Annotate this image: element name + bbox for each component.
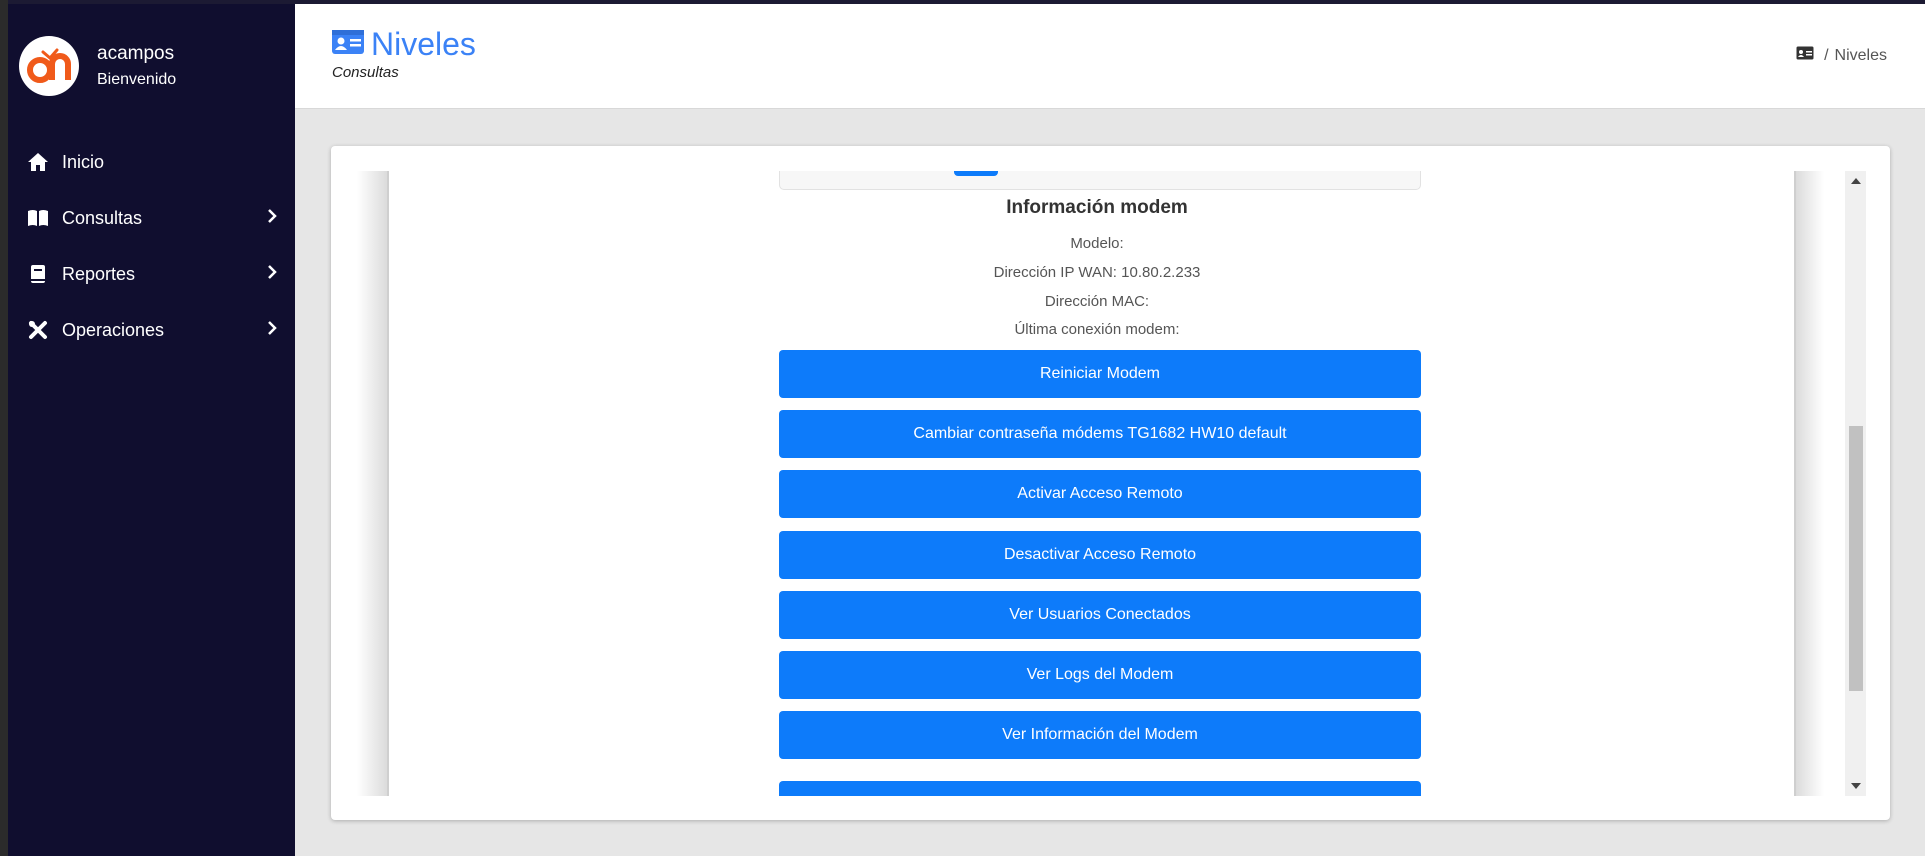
modem-wan-ip: Dirección IP WAN: 10.80.2.233 bbox=[993, 264, 1201, 281]
sidebar-item-reportes[interactable]: Reportes bbox=[8, 246, 295, 302]
vertical-scrollbar[interactable] bbox=[1845, 171, 1866, 796]
main-card: Información modem Modelo: Dirección IP W… bbox=[331, 146, 1890, 820]
sidebar-item-consultas[interactable]: Consultas bbox=[8, 190, 295, 246]
restart-modem-button[interactable]: Reiniciar Modem bbox=[779, 350, 1421, 398]
modem-model: Modelo: bbox=[1070, 235, 1124, 252]
avatar bbox=[19, 36, 79, 96]
modem-panel: Información modem Modelo: Dirección IP W… bbox=[357, 171, 1837, 796]
change-password-button[interactable]: Cambiar contraseña módems TG1682 HW10 de… bbox=[779, 410, 1421, 458]
embedded-frame: Información modem Modelo: Dirección IP W… bbox=[357, 171, 1866, 796]
sidebar-item-operaciones[interactable]: Operaciones bbox=[8, 302, 295, 358]
sidebar: acampos Bienvenido Inicio Consultas Repo… bbox=[8, 4, 295, 856]
view-modem-info-button[interactable]: Ver Información del Modem bbox=[779, 711, 1421, 759]
view-connected-users-button[interactable]: Ver Usuarios Conectados bbox=[779, 591, 1421, 639]
view-modem-logs-button[interactable]: Ver Logs del Modem bbox=[779, 651, 1421, 699]
brand-logo-icon bbox=[27, 48, 71, 83]
breadcrumb-current: Niveles bbox=[1834, 46, 1887, 64]
user-block: acampos Bienvenido bbox=[19, 36, 176, 96]
id-card-icon bbox=[331, 29, 365, 60]
next-action-button[interactable] bbox=[779, 781, 1421, 796]
tab-active-indicator[interactable] bbox=[954, 171, 998, 176]
modem-last-connection: Última conexión modem: bbox=[1014, 321, 1180, 338]
scroll-down-arrow-icon[interactable] bbox=[1845, 777, 1866, 795]
book-icon bbox=[26, 206, 50, 230]
notebook-icon bbox=[26, 262, 50, 286]
scroll-up-arrow-icon[interactable] bbox=[1845, 172, 1866, 190]
user-greeting: Bienvenido bbox=[97, 71, 177, 88]
chevron-right-icon bbox=[267, 208, 277, 229]
page-header: Niveles Consultas / Niveles bbox=[295, 4, 1925, 109]
breadcrumb-separator: / bbox=[1824, 46, 1829, 64]
tools-icon bbox=[26, 318, 50, 342]
chevron-right-icon bbox=[267, 320, 277, 341]
user-name: acampos bbox=[97, 43, 175, 64]
sidebar-item-label: Inicio bbox=[62, 151, 105, 172]
modem-mac: Dirección MAC: bbox=[1044, 293, 1150, 310]
home-icon bbox=[26, 150, 50, 174]
enable-remote-access-button[interactable]: Activar Acceso Remoto bbox=[779, 470, 1421, 518]
sidebar-nav: Inicio Consultas Reportes Operaciones bbox=[8, 134, 295, 358]
chevron-right-icon bbox=[267, 264, 277, 285]
page-subtitle: Consultas bbox=[332, 64, 399, 81]
sidebar-item-label: Consultas bbox=[62, 207, 143, 228]
disable-remote-access-button[interactable]: Desactivar Acceso Remoto bbox=[779, 531, 1421, 579]
page-title: Niveles bbox=[371, 26, 476, 62]
tab-bar bbox=[779, 171, 1421, 190]
breadcrumb: / Niveles bbox=[1796, 46, 1887, 65]
modem-info-title: Información modem bbox=[1006, 197, 1188, 218]
sidebar-item-label: Operaciones bbox=[62, 319, 165, 340]
scrollbar-thumb[interactable] bbox=[1849, 426, 1863, 691]
window-left-edge bbox=[0, 0, 8, 856]
sidebar-item-label: Reportes bbox=[62, 263, 136, 284]
sidebar-item-inicio[interactable]: Inicio bbox=[8, 134, 295, 190]
id-card-icon[interactable] bbox=[1796, 46, 1814, 65]
